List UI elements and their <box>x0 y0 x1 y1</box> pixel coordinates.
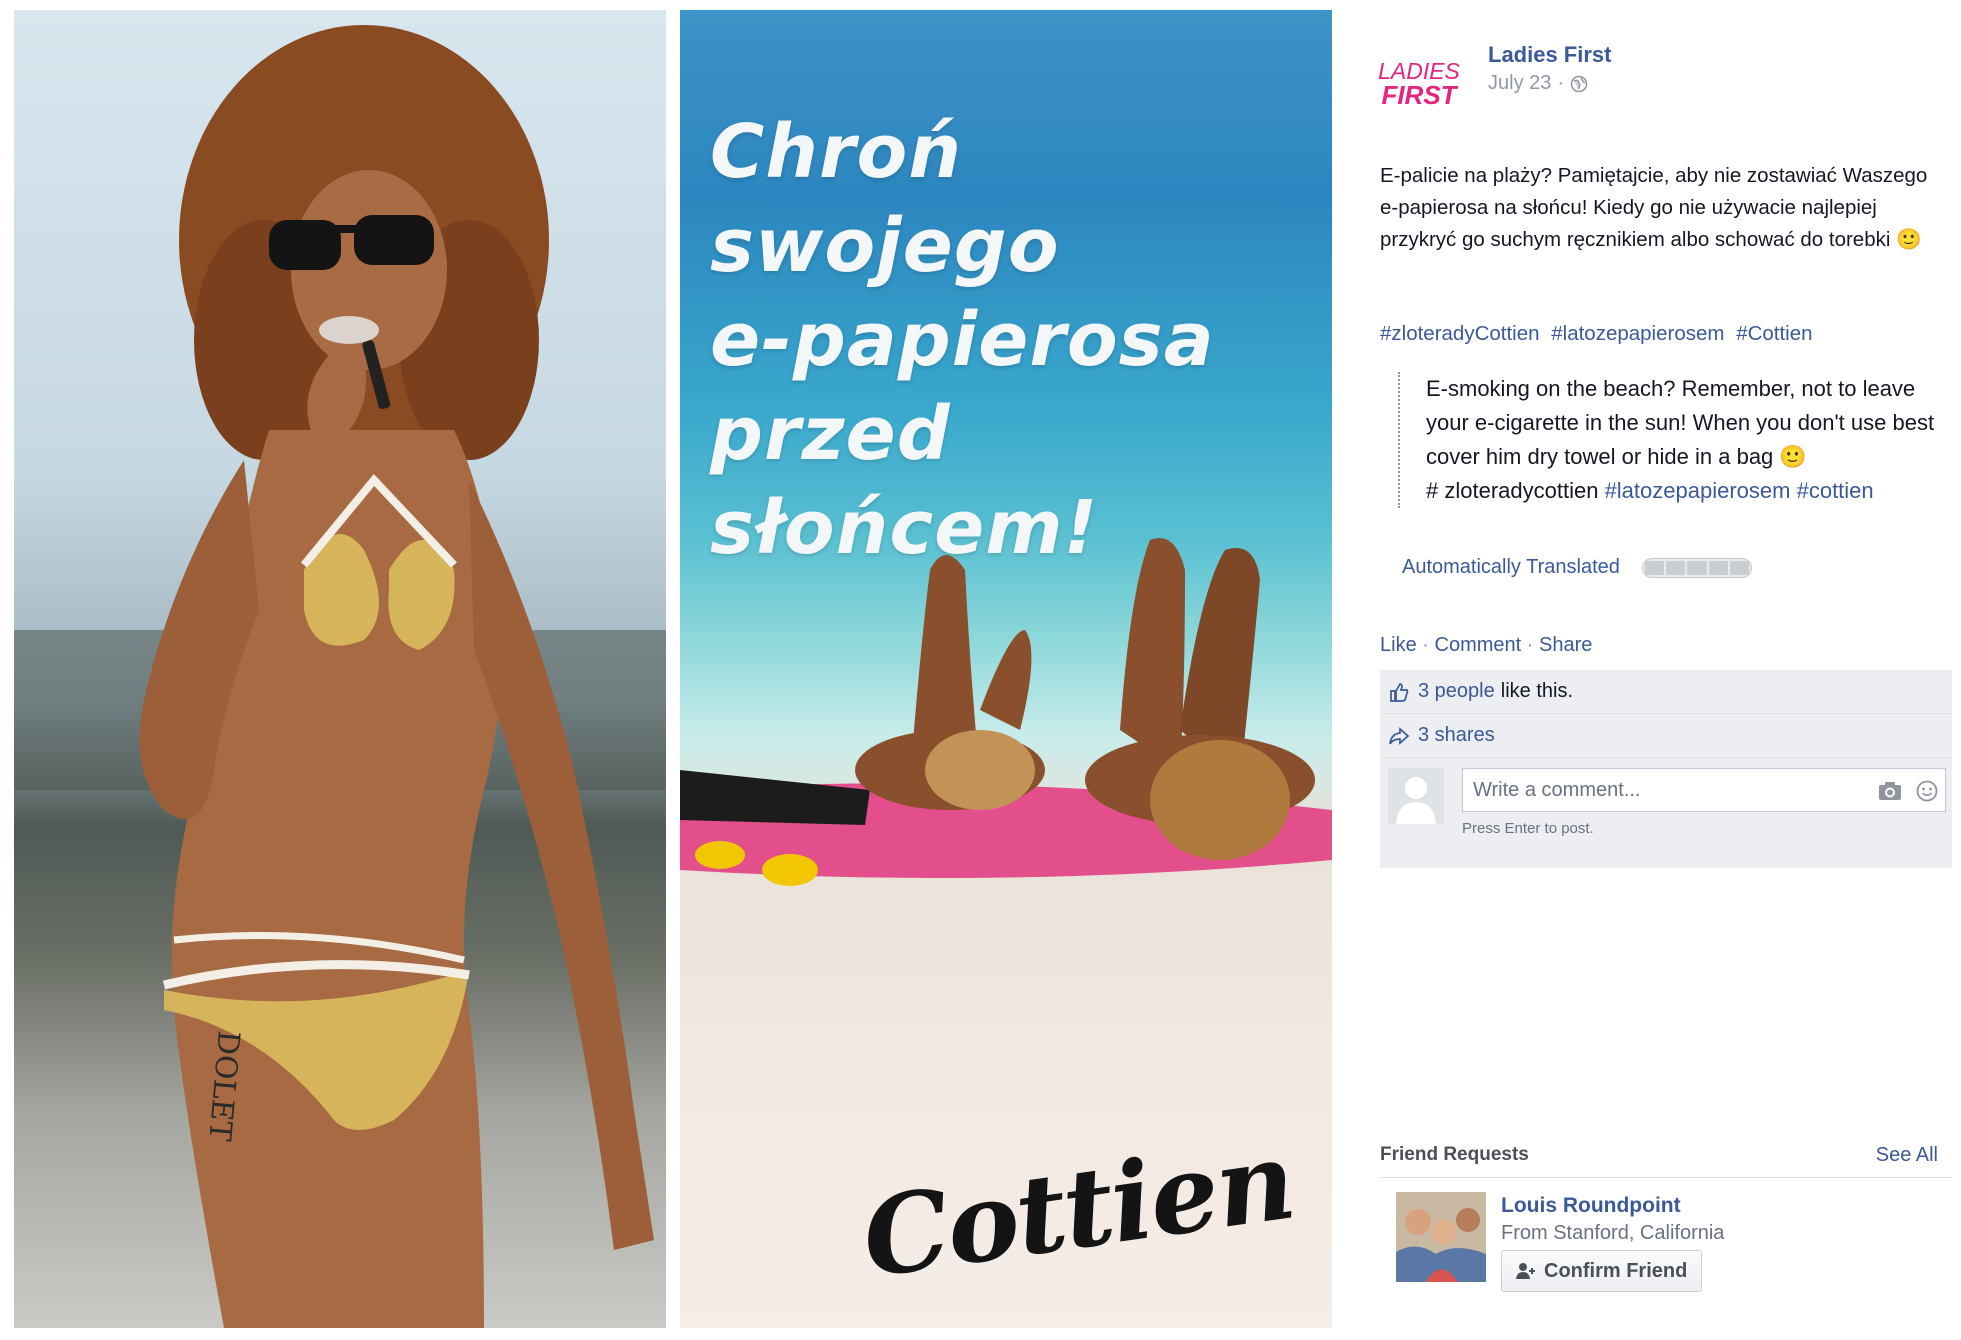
globe-icon[interactable] <box>1570 75 1588 93</box>
translation-block: E-smoking on the beach? Remember, not to… <box>1398 372 1938 508</box>
post-photo[interactable]: DOLET Chroń swojego e-papierosa przed sł… <box>14 10 1332 1328</box>
likes-count-link[interactable]: 3 people <box>1418 680 1495 703</box>
likes-suffix: like this. <box>1500 680 1573 702</box>
thumbs-up-icon <box>1390 682 1409 702</box>
family-photo <box>1396 1192 1486 1282</box>
translation-hashtag[interactable]: #latozepapierosem <box>1605 478 1791 503</box>
see-all-link[interactable]: See All <box>1876 1144 1952 1167</box>
page-avatar[interactable]: LADIES FIRST <box>1378 42 1460 124</box>
translation-plain-tag: # zloteradycottien <box>1426 478 1599 503</box>
post-date[interactable]: July 23 <box>1488 72 1551 95</box>
friend-request-name[interactable]: Louis Roundpoint <box>1501 1194 1681 1218</box>
camera-icon[interactable] <box>1878 781 1902 801</box>
default-avatar-icon <box>1388 768 1444 824</box>
post-body-text: E-palicie na plaży? Pamiętajcie, aby nie… <box>1380 164 1928 251</box>
avatar-text-line-2: FIRST <box>1381 80 1457 110</box>
comment-link[interactable]: Comment <box>1435 634 1522 656</box>
shares-row: 3 shares <box>1380 714 1952 758</box>
translation-rating[interactable] <box>1641 557 1752 578</box>
user-avatar[interactable] <box>1388 768 1444 824</box>
woman-illustration: DOLET <box>14 25 666 1328</box>
rating-segment[interactable] <box>1666 560 1686 575</box>
post-actions: Like · Comment · Share <box>1380 634 1592 657</box>
comment-composer: Write a comment... Press Enter to post. <box>1380 758 1952 868</box>
post-hashtags: #zloteradyCottien #latozepapierosem #Cot… <box>1380 322 1819 346</box>
rating-segment[interactable] <box>1687 560 1707 575</box>
friend-request-photo[interactable] <box>1396 1192 1486 1282</box>
confirm-friend-button[interactable]: Confirm Friend <box>1501 1250 1703 1292</box>
feedback-box: 3 people like this. 3 shares Write a com… <box>1380 670 1952 868</box>
share-arrow-icon <box>1389 726 1410 745</box>
meta-separator: · <box>1557 72 1565 94</box>
action-separator: · <box>1526 634 1534 656</box>
rating-segment[interactable] <box>1644 560 1665 575</box>
comment-input-icons <box>1878 780 1938 802</box>
confirm-friend-label: Confirm Friend <box>1544 1259 1688 1282</box>
friend-request-location: From Stanford, California <box>1501 1222 1725 1244</box>
share-link[interactable]: Share <box>1539 634 1592 656</box>
comment-input[interactable]: Write a comment... <box>1462 768 1946 812</box>
rating-segment[interactable] <box>1708 560 1728 575</box>
friend-request-item: Louis Roundpoint From Stanford, Californ… <box>1396 1192 1936 1292</box>
post-meta: July 23 · <box>1488 72 1588 95</box>
press-enter-hint: Press Enter to post. <box>1462 820 1594 837</box>
page-name-link[interactable]: Ladies First <box>1488 42 1611 68</box>
action-separator: · <box>1422 634 1429 656</box>
post-sidebar: LADIES FIRST Ladies First July 23 · E-pa… <box>1378 0 1953 1340</box>
auto-translated-link[interactable]: Automatically Translated <box>1402 556 1620 579</box>
add-friend-icon <box>1516 1263 1535 1279</box>
hashtag-link[interactable]: #zloteradyCottien <box>1380 322 1540 345</box>
auto-translated-row: Automatically Translated <box>1402 556 1752 579</box>
friend-requests-header: Friend Requests See All <box>1380 1144 1952 1178</box>
shares-count-link[interactable]: 3 shares <box>1418 724 1495 747</box>
translation-text: E-smoking on the beach? Remember, not to… <box>1426 376 1935 469</box>
hashtag-link[interactable]: #Cottien <box>1736 322 1812 345</box>
smiley-icon[interactable] <box>1916 780 1938 802</box>
translation-hashtag[interactable]: #cottien <box>1797 478 1874 503</box>
photo-beach-ad: Chroń swojego e-papierosa przed słońcem!… <box>680 10 1332 1328</box>
like-link[interactable]: Like <box>1380 634 1417 656</box>
hashtag-link[interactable]: #latozepapierosem <box>1551 322 1724 345</box>
friend-requests-title: Friend Requests <box>1380 1144 1529 1165</box>
photo-woman-vaping: DOLET <box>14 10 666 1328</box>
rating-segment[interactable] <box>1729 560 1749 575</box>
likes-row: 3 people like this. <box>1380 670 1952 714</box>
